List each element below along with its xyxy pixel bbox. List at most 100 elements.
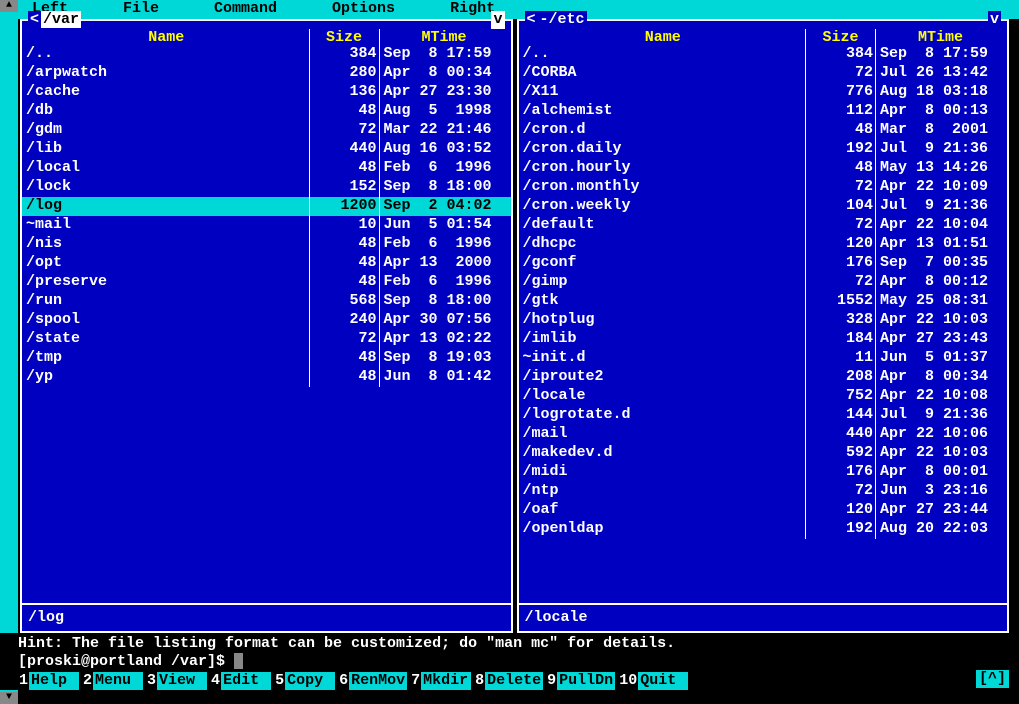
file-row[interactable]: /cache136Apr 27 23:30 (22, 83, 511, 102)
scroll-down-icon[interactable]: ▼ (0, 692, 18, 704)
header-size[interactable]: Size (805, 29, 875, 45)
file-row[interactable]: /oaf120Apr 27 23:44 (519, 501, 1008, 520)
scroll-up-icon[interactable]: ▲ (0, 0, 18, 12)
file-size: 104 (805, 197, 875, 216)
fkey-number: 2 (82, 672, 93, 690)
right-panel[interactable]: <-/etc v Name Size MTime /..384Sep 8 17:… (517, 19, 1010, 633)
file-row[interactable]: ~init.d11Jun 5 01:37 (519, 349, 1008, 368)
file-row[interactable]: /default72Apr 22 10:04 (519, 216, 1008, 235)
file-mtime: Jun 5 01:54 (379, 216, 509, 235)
command-prompt[interactable]: [proski@portland /var]$ (18, 653, 1011, 671)
file-row[interactable]: /state72Apr 13 02:22 (22, 330, 511, 349)
fkey-edit[interactable]: 4Edit (210, 672, 271, 690)
file-size: 592 (805, 444, 875, 463)
caret-indicator[interactable]: [^] (976, 670, 1009, 688)
file-size: 176 (805, 254, 875, 273)
file-row[interactable]: /cron.daily192Jul 9 21:36 (519, 140, 1008, 159)
fkey-view[interactable]: 3View (146, 672, 207, 690)
file-size: 48 (309, 273, 379, 292)
fkey-menu[interactable]: 2Menu (82, 672, 143, 690)
file-row[interactable]: /logrotate.d144Jul 9 21:36 (519, 406, 1008, 425)
file-mtime: Apr 27 23:43 (875, 330, 1005, 349)
fkey-delete[interactable]: 8Delete (474, 672, 543, 690)
file-size: 112 (805, 102, 875, 121)
file-row[interactable]: /run568Sep 8 18:00 (22, 292, 511, 311)
file-row[interactable]: /cron.weekly104Jul 9 21:36 (519, 197, 1008, 216)
fkey-quit[interactable]: 10Quit (618, 672, 688, 690)
file-size: 192 (805, 140, 875, 159)
right-panel-arrow-down-icon[interactable]: v (988, 11, 1001, 29)
left-panel-arrow-down-icon[interactable]: v (491, 11, 504, 29)
file-size: 72 (805, 178, 875, 197)
file-row[interactable]: /gtk1552May 25 08:31 (519, 292, 1008, 311)
file-size: 144 (805, 406, 875, 425)
file-row[interactable]: /local48Feb 6 1996 (22, 159, 511, 178)
fkey-pulldn[interactable]: 9PullDn (546, 672, 615, 690)
scrollbar[interactable]: ▲ ▼ (0, 0, 18, 704)
file-row[interactable]: /mail440Apr 22 10:06 (519, 425, 1008, 444)
file-row[interactable]: /ntp72Jun 3 23:16 (519, 482, 1008, 501)
file-row[interactable]: /gimp72Apr 8 00:12 (519, 273, 1008, 292)
fkey-label: RenMov (349, 672, 407, 690)
file-size: 208 (805, 368, 875, 387)
left-panel-path[interactable]: /var (41, 11, 81, 28)
file-mtime: Apr 22 10:04 (875, 216, 1005, 235)
file-row[interactable]: /openldap192Aug 20 22:03 (519, 520, 1008, 539)
file-row[interactable]: /midi176Apr 8 00:01 (519, 463, 1008, 482)
file-row[interactable]: /gdm72Mar 22 21:46 (22, 121, 511, 140)
header-size[interactable]: Size (309, 29, 379, 45)
file-name: /ntp (521, 482, 806, 501)
file-name: /mail (521, 425, 806, 444)
left-file-list[interactable]: /..384Sep 8 17:59/arpwatch280Apr 8 00:34… (22, 45, 511, 603)
right-panel-path[interactable]: -/etc (538, 11, 587, 28)
file-row[interactable]: /spool240Apr 30 07:56 (22, 311, 511, 330)
file-row[interactable]: /preserve48Feb 6 1996 (22, 273, 511, 292)
right-panel-arrow-left-icon[interactable]: < (525, 11, 538, 28)
file-row[interactable]: /..384Sep 8 17:59 (519, 45, 1008, 64)
file-row[interactable]: /nis48Feb 6 1996 (22, 235, 511, 254)
fkey-copy[interactable]: 5Copy (274, 672, 335, 690)
left-panel-arrow-left-icon[interactable]: < (28, 11, 41, 28)
header-mtime[interactable]: MTime (379, 29, 509, 45)
file-row[interactable]: ~mail10Jun 5 01:54 (22, 216, 511, 235)
file-row[interactable]: /CORBA72Jul 26 13:42 (519, 64, 1008, 83)
file-row[interactable]: /locale752Apr 22 10:08 (519, 387, 1008, 406)
file-size: 120 (805, 235, 875, 254)
fkey-renmov[interactable]: 6RenMov (338, 672, 407, 690)
file-name: ~init.d (521, 349, 806, 368)
left-panel[interactable]: </var v Name Size MTime /..384Sep 8 17:5… (20, 19, 513, 633)
fkey-help[interactable]: 1Help (18, 672, 79, 690)
header-mtime[interactable]: MTime (875, 29, 1005, 45)
header-name[interactable]: Name (24, 29, 309, 45)
file-name: /alchemist (521, 102, 806, 121)
file-row[interactable]: /iproute2208Apr 8 00:34 (519, 368, 1008, 387)
file-row[interactable]: /dhcpc120Apr 13 01:51 (519, 235, 1008, 254)
file-row[interactable]: /cron.monthly72Apr 22 10:09 (519, 178, 1008, 197)
file-row[interactable]: /tmp48Sep 8 19:03 (22, 349, 511, 368)
fkey-mkdir[interactable]: 7Mkdir (410, 672, 471, 690)
file-row[interactable]: /yp48Jun 8 01:42 (22, 368, 511, 387)
fkey-label: Mkdir (421, 672, 471, 690)
file-row[interactable]: /opt48Apr 13 2000 (22, 254, 511, 273)
file-row[interactable]: /lib440Aug 16 03:52 (22, 140, 511, 159)
file-row[interactable]: /gconf176Sep 7 00:35 (519, 254, 1008, 273)
file-mtime: Feb 6 1996 (379, 159, 509, 178)
file-row[interactable]: /imlib184Apr 27 23:43 (519, 330, 1008, 349)
header-name[interactable]: Name (521, 29, 806, 45)
file-name: /gtk (521, 292, 806, 311)
file-size: 776 (805, 83, 875, 102)
file-row[interactable]: /makedev.d592Apr 22 10:03 (519, 444, 1008, 463)
file-row[interactable]: /..384Sep 8 17:59 (22, 45, 511, 64)
file-row[interactable]: /hotplug328Apr 22 10:03 (519, 311, 1008, 330)
file-row[interactable]: /cron.hourly48May 13 14:26 (519, 159, 1008, 178)
file-row[interactable]: /log1200Sep 2 04:02 (22, 197, 511, 216)
file-mtime: Apr 27 23:44 (875, 501, 1005, 520)
file-row[interactable]: /alchemist112Apr 8 00:13 (519, 102, 1008, 121)
file-row[interactable]: /cron.d48Mar 8 2001 (519, 121, 1008, 140)
file-row[interactable]: /lock152Sep 8 18:00 (22, 178, 511, 197)
file-row[interactable]: /X11776Aug 18 03:18 (519, 83, 1008, 102)
file-size: 48 (309, 235, 379, 254)
right-file-list[interactable]: /..384Sep 8 17:59/CORBA72Jul 26 13:42/X1… (519, 45, 1008, 603)
file-row[interactable]: /arpwatch280Apr 8 00:34 (22, 64, 511, 83)
file-row[interactable]: /db48Aug 5 1998 (22, 102, 511, 121)
